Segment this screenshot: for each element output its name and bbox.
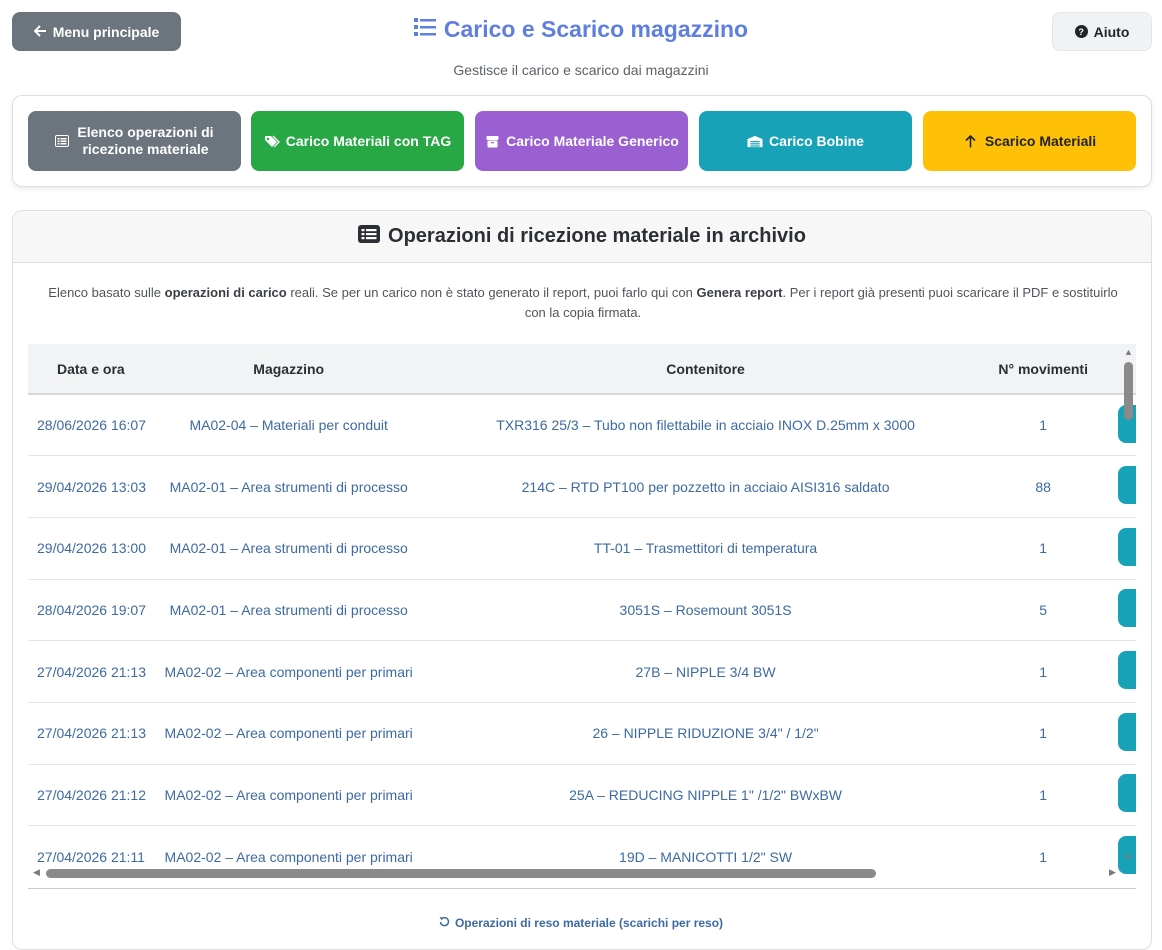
cell-movimenti: 88 bbox=[1035, 478, 1051, 495]
scroll-left-arrow-icon[interactable]: ◀ bbox=[33, 867, 40, 878]
scroll-down-arrow-icon[interactable]: ▼ bbox=[1124, 852, 1133, 862]
action-carico-tag-button[interactable]: Carico Materiali con TAG bbox=[251, 111, 464, 171]
box-icon bbox=[484, 134, 500, 148]
list-icon bbox=[413, 16, 436, 43]
action-label: Carico Bobine bbox=[769, 132, 864, 149]
cell-contenitore: TXR316 25/3 – Tubo non filettabile in ac… bbox=[496, 417, 915, 434]
operations-table: Data e ora Magazzino Contenitore N° movi… bbox=[28, 344, 1136, 878]
column-header-contenitore[interactable]: Contenitore bbox=[423, 344, 989, 394]
table-row: 29/04/2026 13:00 MA02-01 – Area strumenti… bbox=[28, 517, 1136, 580]
cell-date: 27/04/2026 21:13 bbox=[37, 725, 146, 742]
top-bar: Menu principale Carico e Scarico magazzi… bbox=[0, 0, 1162, 90]
help-button[interactable]: ? Aiuto bbox=[1052, 12, 1152, 51]
divider bbox=[28, 888, 1136, 889]
cell-magazzino: MA02-02 – Area componenti per primari bbox=[164, 725, 413, 742]
cell-contenitore: TT-01 – Trasmettitori di temperatura bbox=[593, 540, 818, 557]
cell-magazzino: MA02-04 – Materiali per conduit bbox=[189, 417, 388, 434]
scroll-right-arrow-icon[interactable]: ▶ bbox=[1109, 867, 1116, 878]
table-row: 27/04/2026 21:12 MA02-02 – Area component… bbox=[28, 764, 1136, 826]
horizontal-scroll-thumb[interactable] bbox=[46, 869, 876, 878]
cell-date: 29/04/2026 13:00 bbox=[37, 540, 146, 557]
table-row: 28/06/2026 16:07 MA02-04 – Materiali per … bbox=[28, 394, 1136, 456]
vertical-scrollbar[interactable] bbox=[1122, 345, 1136, 867]
desc-bold: operazioni di carico bbox=[164, 285, 287, 300]
page-title: Carico e Scarico magazzino bbox=[0, 16, 1162, 43]
scroll-up-arrow-icon[interactable]: ▲ bbox=[1124, 347, 1133, 357]
vertical-scroll-thumb[interactable] bbox=[1124, 362, 1133, 420]
cell-contenitore: 214C – RTD PT100 per pozzetto in acciaio… bbox=[521, 478, 890, 495]
archive-header: Operazioni di ricezione materiale in arc… bbox=[13, 211, 1151, 263]
arrow-up-icon bbox=[963, 134, 979, 148]
cell-contenitore: 25A – REDUCING NIPPLE 1" /1/2" BWxBW bbox=[569, 786, 843, 803]
operations-table-container[interactable]: Data e ora Magazzino Contenitore N° movi… bbox=[28, 344, 1136, 878]
page-title-text: Carico e Scarico magazzino bbox=[443, 16, 749, 42]
action-label: Carico Materiale Generico bbox=[506, 132, 679, 149]
cell-movimenti: 5 bbox=[1039, 601, 1048, 618]
desc-text: Elenco basato sulle bbox=[48, 285, 165, 300]
table-row: 27/04/2026 21:13 MA02-02 – Area component… bbox=[28, 641, 1136, 703]
cell-contenitore: 27B – NIPPLE 3/4 BW bbox=[635, 663, 776, 680]
table-body: 28/06/2026 16:07 MA02-04 – Materiali per … bbox=[28, 394, 1136, 878]
reso-operations-link[interactable]: Operazioni di reso materiale (scarichi p… bbox=[0, 916, 1162, 930]
reso-link-label: Operazioni di reso materiale (scarichi p… bbox=[454, 916, 724, 930]
cell-magazzino: MA02-01 – Area strumenti di processo bbox=[169, 478, 408, 495]
question-circle-icon: ? bbox=[1074, 25, 1088, 38]
list-alt-icon bbox=[54, 134, 70, 148]
cell-contenitore: 26 – NIPPLE RIDUZIONE 3/4" / 1/2" bbox=[592, 725, 819, 742]
cell-movimenti: 1 bbox=[1039, 417, 1048, 434]
desc-text: reali. Se per un carico non è stato gene… bbox=[286, 285, 697, 300]
cell-movimenti: 1 bbox=[1039, 725, 1048, 742]
help-button-label: Aiuto bbox=[1093, 23, 1130, 40]
cell-magazzino: MA02-01 – Area strumenti di processo bbox=[169, 601, 408, 618]
archive-card: Operazioni di ricezione materiale in arc… bbox=[12, 210, 1152, 950]
column-header-data-ora[interactable]: Data e ora bbox=[28, 344, 155, 394]
cell-movimenti: 1 bbox=[1039, 786, 1048, 803]
table-row: 29/04/2026 13:03 MA02-01 – Area strumenti… bbox=[28, 456, 1136, 518]
cell-date: 29/04/2026 13:03 bbox=[37, 478, 146, 495]
action-carico-bobine-button[interactable]: Carico Bobine bbox=[699, 111, 912, 171]
cell-date: 27/04/2026 21:13 bbox=[37, 663, 146, 680]
cell-movimenti: 1 bbox=[1039, 540, 1048, 557]
action-label: Carico Materiali con TAG bbox=[285, 132, 452, 149]
cell-date: 28/06/2026 16:07 bbox=[37, 417, 146, 434]
action-scarico-materiali-button[interactable]: Scarico Materiali bbox=[923, 111, 1136, 171]
cell-magazzino: MA02-02 – Area componenti per primari bbox=[164, 663, 413, 680]
tags-icon bbox=[264, 134, 280, 148]
cell-movimenti: 1 bbox=[1039, 848, 1048, 865]
column-header-movimenti[interactable]: N° movimenti bbox=[988, 344, 1098, 394]
action-carico-generico-button[interactable]: Carico Materiale Generico bbox=[475, 111, 688, 171]
list-alt-icon bbox=[358, 224, 381, 249]
cell-contenitore: 3051S – Rosemount 3051S bbox=[619, 601, 792, 618]
action-label: Elenco operazioni di ricezione materiale bbox=[77, 124, 214, 157]
cell-magazzino: MA02-02 – Area componenti per primari bbox=[164, 786, 413, 803]
undo-icon bbox=[439, 916, 450, 930]
action-elenco-operazioni-button[interactable]: Elenco operazioni di ricezione materiale bbox=[28, 111, 241, 171]
table-row: 27/04/2026 21:13 MA02-02 – Area component… bbox=[28, 702, 1136, 765]
cell-movimenti: 1 bbox=[1039, 663, 1048, 680]
table-row: 28/04/2026 19:07 MA02-01 – Area strumenti… bbox=[28, 579, 1136, 641]
archive-description: Elenco basato sulle operazioni di carico… bbox=[43, 283, 1123, 323]
cell-date: 28/04/2026 19:07 bbox=[37, 601, 146, 618]
actions-card: Elenco operazioni di ricezione materiale… bbox=[12, 95, 1152, 187]
desc-bold: Genera report bbox=[696, 285, 783, 300]
warehouse-icon bbox=[747, 134, 763, 148]
column-header-magazzino[interactable]: Magazzino bbox=[155, 344, 423, 394]
table-header-row: Data e ora Magazzino Contenitore N° movi… bbox=[28, 344, 1136, 394]
archive-title: Operazioni di ricezione materiale in arc… bbox=[388, 225, 806, 247]
cell-date: 27/04/2026 21:12 bbox=[37, 786, 146, 803]
page-subtitle: Gestisce il carico e scarico dai magazzi… bbox=[453, 62, 709, 78]
action-label: Scarico Materiali bbox=[984, 132, 1097, 149]
cell-magazzino: MA02-01 – Area strumenti di processo bbox=[169, 540, 408, 557]
